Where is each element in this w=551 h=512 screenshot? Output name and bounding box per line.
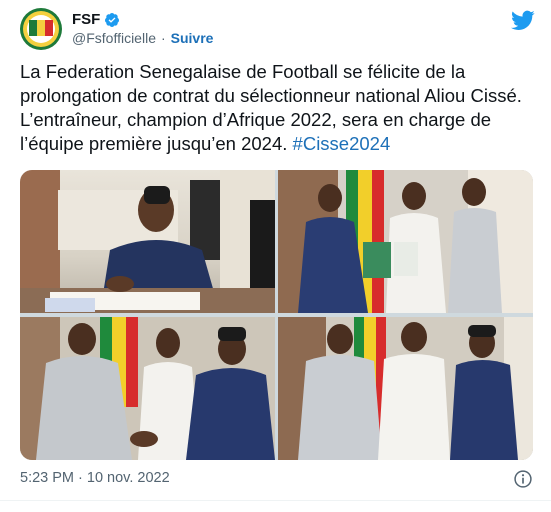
tweet-text: La Federation Senegalaise de Football se… <box>20 60 530 156</box>
info-icon[interactable] <box>513 469 533 489</box>
author-handle-row: @Fsfofficielle · Suivre <box>72 30 213 46</box>
display-name[interactable]: FSF <box>72 11 100 28</box>
photo-handshake[interactable] <box>20 317 275 460</box>
photo-handshake-documents[interactable] <box>278 170 533 313</box>
divider <box>0 500 551 501</box>
avatar[interactable] <box>20 8 62 50</box>
media-grid <box>20 170 533 460</box>
follow-button[interactable]: Suivre <box>171 30 214 46</box>
twitter-bird-icon[interactable] <box>511 8 535 32</box>
separator-dot: · <box>160 30 166 46</box>
tweet-header: FSF @Fsfofficielle · Suivre <box>20 8 535 52</box>
author-name-row: FSF <box>72 11 120 28</box>
photo-contract-signing[interactable] <box>20 170 275 313</box>
tweet-body: La Federation Senegalaise de Football se… <box>20 61 522 154</box>
photo-group-portrait[interactable] <box>278 317 533 460</box>
verified-badge-icon <box>105 12 120 27</box>
tweet-timestamp[interactable]: 5:23 PM · 10 nov. 2022 <box>20 470 170 486</box>
author-handle[interactable]: @Fsfofficielle <box>72 30 156 46</box>
hashtag-link[interactable]: #Cisse2024 <box>293 133 391 154</box>
